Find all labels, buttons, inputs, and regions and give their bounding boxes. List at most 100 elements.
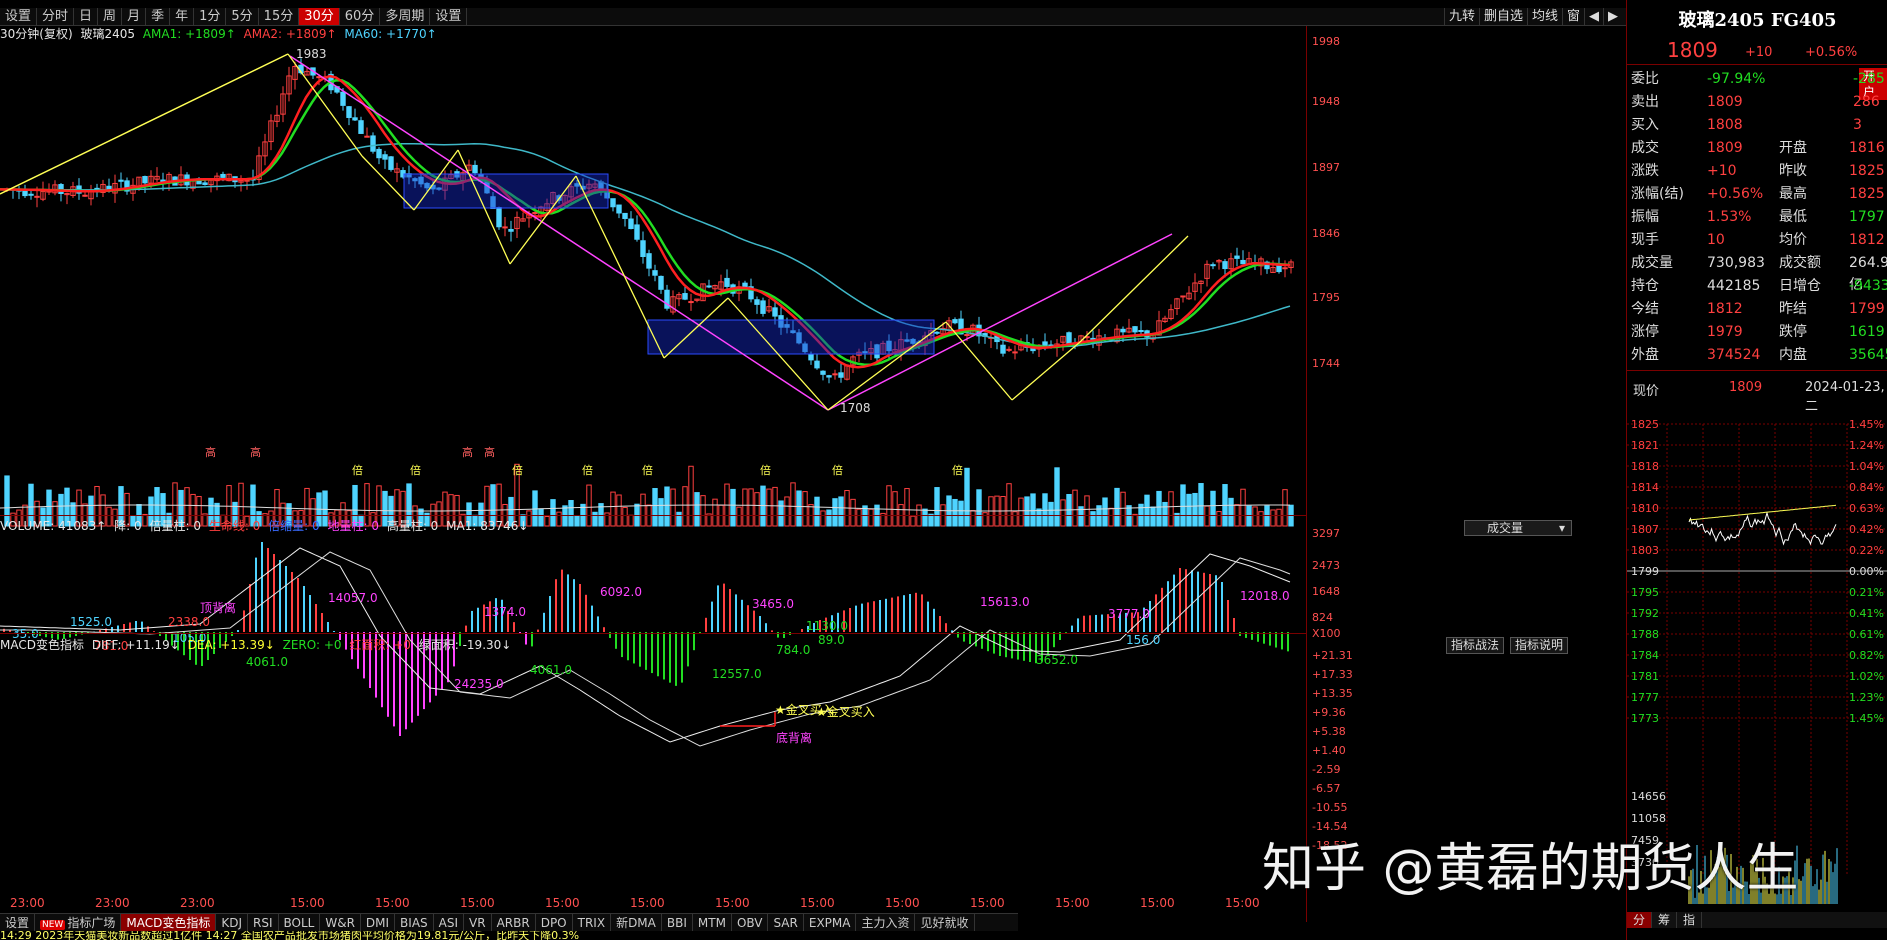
period-3[interactable]: 周 (98, 8, 123, 25)
toolbar-right-btn-2[interactable]: 均线 (1526, 8, 1562, 26)
indicator-tab-8[interactable]: DMI (361, 914, 396, 931)
volume-bar (1084, 495, 1090, 527)
time-tick: 15:00 (800, 896, 835, 910)
scroll-right-icon[interactable]: ▶ (1603, 8, 1622, 26)
candle-body (1234, 255, 1240, 259)
macd-area-label: 12557.0 (712, 667, 762, 681)
indicator-tab-13[interactable]: DPO (536, 914, 573, 931)
period-10[interactable]: 30分 (299, 8, 340, 25)
candle-body (34, 195, 40, 198)
indicator-tab-11[interactable]: VR (464, 914, 492, 931)
indicator-tab-12[interactable]: ARBR (492, 914, 536, 931)
indicator-tab-19[interactable]: SAR (768, 914, 804, 931)
macd-diff: DIFF: +11.19↓ (91, 638, 180, 652)
time-tick: 15:00 (1225, 896, 1260, 910)
indicator-tab-7[interactable]: W&R (320, 914, 361, 931)
period-11[interactable]: 60分 (340, 8, 381, 25)
candle-body (616, 204, 622, 214)
news-ticker[interactable]: 14:29 2023年天猫美妆新品数超过1亿件 14:27 全国农产品批发市场猪… (0, 931, 1626, 940)
volume-bar (568, 500, 574, 527)
chart-canvas[interactable]: 19831708高高高高倍倍倍倍倍倍倍倍35.01525.0781.02338.… (0, 26, 1306, 916)
volume-bar (1012, 511, 1018, 527)
candle-body (682, 293, 688, 300)
period-5[interactable]: 季 (146, 8, 171, 25)
indicator-tab-4[interactable]: KDJ (216, 914, 248, 931)
volume-bar (1210, 490, 1216, 527)
macd-tick: +13.35 (1312, 687, 1353, 700)
toolbar-right-btn-3[interactable]: 窗 (1561, 8, 1584, 26)
indicator-strategy-button[interactable]: 指标战法 (1446, 637, 1505, 654)
indicator-tab-22[interactable]: 见好就收 (915, 914, 975, 931)
time-tick: 15:00 (885, 896, 920, 910)
bottom-divergence-label: 底背离 (776, 730, 812, 745)
period-0[interactable]: 设置 (0, 8, 38, 25)
quote-cell: 日增仓 (1779, 278, 1821, 294)
indicator-tab-14[interactable]: TRIX (573, 914, 612, 931)
indicator-help-button[interactable]: 指标说明 (1510, 637, 1569, 654)
volume-mark: 倍 (760, 463, 771, 477)
period-9[interactable]: 15分 (259, 8, 300, 25)
volume-bar (682, 486, 688, 527)
indicator-tab-21[interactable]: 主力入资 (856, 914, 916, 931)
period-12[interactable]: 多周期 (380, 8, 431, 25)
volume-bar (1282, 489, 1288, 527)
intraday-tab-2[interactable]: 指 (1677, 912, 1703, 928)
quote-cell: 昨结 (1779, 301, 1807, 317)
quote-cell: 1809 (1707, 140, 1743, 156)
quote-row: 涨停 1979 跌停 1619 (1627, 321, 1887, 343)
candle-body (652, 270, 658, 276)
indicator-tab-15[interactable]: 新DMA (611, 914, 662, 931)
indicator-tab-16[interactable]: BBI (662, 914, 693, 931)
intraday-tab-0[interactable]: 分 (1627, 912, 1653, 928)
candle-body (1222, 261, 1228, 270)
volume-mark: 高 (462, 445, 473, 459)
macd-area-label: 14057.0 (328, 591, 378, 605)
volume-mark: 倍 (642, 463, 653, 477)
intraday-tab-1[interactable]: 筹 (1652, 912, 1678, 928)
mini-vol-tick: 14656 (1631, 790, 1666, 803)
macd-area-label: 4061.0 (246, 655, 288, 669)
vol-gao: 高量柱: 0 (386, 519, 439, 533)
volume-bar (1192, 492, 1198, 527)
indicator-tab-9[interactable]: BIAS (395, 914, 434, 931)
indicator-tab-6[interactable]: BOLL (279, 914, 321, 931)
indicator-tab-18[interactable]: OBV (732, 914, 769, 931)
volume-bar (616, 494, 622, 527)
period-7[interactable]: 1分 (194, 8, 227, 25)
volume-bar (1186, 493, 1192, 527)
quote-cell: -285 (1853, 71, 1885, 87)
scroll-left-icon[interactable]: ◀ (1584, 8, 1603, 26)
toolbar-right-btn-0[interactable]: 九转 (1443, 8, 1479, 26)
volume-mark: 倍 (512, 463, 523, 477)
quote-cell: 10 (1707, 232, 1725, 248)
candle-body (610, 198, 616, 208)
volume-bar (742, 488, 748, 527)
volume-tick: 824 (1312, 611, 1333, 624)
indicator-tab-5[interactable]: RSI (248, 914, 279, 931)
macd-area-label: 1130.0 (806, 619, 848, 633)
macd-tick: -2.59 (1312, 763, 1341, 776)
volume-mark: 高 (484, 445, 495, 459)
period-4[interactable]: 月 (122, 8, 147, 25)
indicator-tab-2[interactable]: NEW 指标广场 (35, 914, 122, 931)
indicator-tab-20[interactable]: EXPMA (804, 914, 857, 931)
volume-bar (934, 487, 940, 527)
mini-price-tick: 1792 (1631, 607, 1659, 620)
candle-body (532, 212, 538, 215)
quote-cell: 1809 (1707, 94, 1743, 110)
volume-tick: X100 (1312, 627, 1341, 640)
indicator-tab-0[interactable]: 设置 (0, 914, 36, 931)
indicator-tab-17[interactable]: MTM (693, 914, 732, 931)
period-13[interactable]: 设置 (430, 8, 468, 25)
volume-bar (1060, 499, 1066, 527)
volume-dropdown[interactable]: 成交量 (1464, 520, 1572, 536)
volume-bar (1024, 496, 1030, 527)
period-2[interactable]: 日 (74, 8, 99, 25)
period-1[interactable]: 分时 (37, 8, 75, 25)
indicator-tab-10[interactable]: ASI (434, 914, 465, 931)
period-8[interactable]: 5分 (226, 8, 259, 25)
period-6[interactable]: 年 (170, 8, 195, 25)
toolbar-right-btn-1[interactable]: 删自选 (1478, 8, 1527, 26)
quote-cell: 开盘 (1779, 140, 1807, 156)
indicator-tab-3[interactable]: MACD变色指标 (121, 914, 217, 931)
